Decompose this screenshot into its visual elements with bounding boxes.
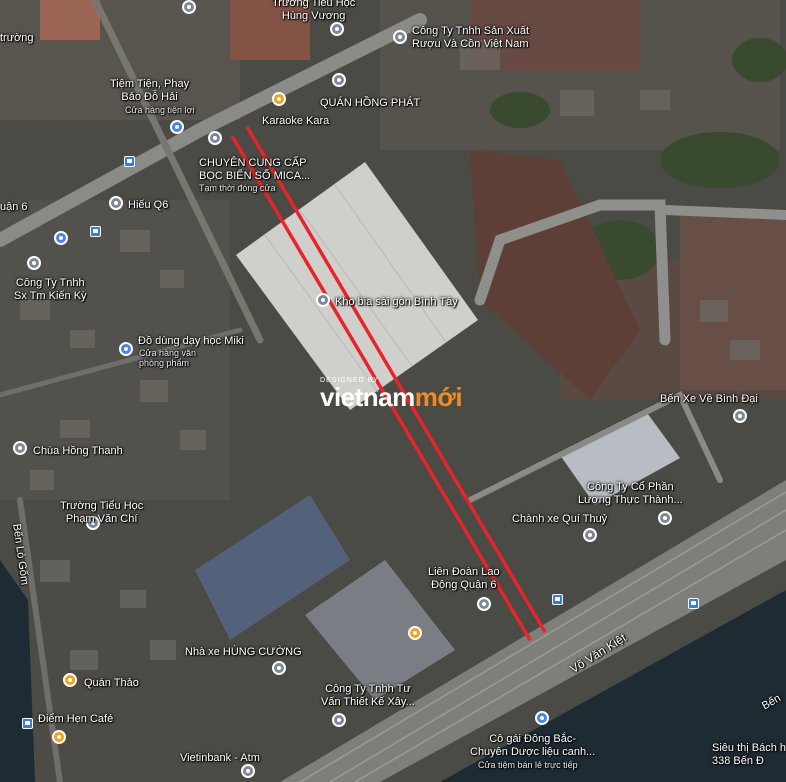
label-vietinbank[interactable]: Vietinbank - Atm [180, 752, 260, 765]
watermark-brand-b: mới [414, 382, 463, 412]
shop-pin-icon[interactable] [535, 711, 549, 725]
label-truong-left[interactable]: trường [0, 32, 34, 45]
label-tiem-tien-phay[interactable]: Tiệm Tiện, Phay Bảo Đỗ Hải [110, 78, 189, 104]
shop-pin-icon[interactable] [54, 231, 68, 245]
label-co-gai-dong-bac[interactable]: Cô gái Đông Bắc- Chuyên Dược liệu canh..… [470, 733, 595, 759]
poi-pin-icon[interactable] [208, 131, 222, 145]
poi-pin-icon[interactable] [182, 0, 196, 14]
label-cong-ty-ruou[interactable]: Công Ty Tnhh Sản Xuất Rượu Và Cồn Việt N… [412, 25, 529, 51]
school-pin-icon[interactable] [330, 22, 344, 36]
warehouse-pin-icon[interactable] [316, 293, 330, 307]
bus-stop-icon[interactable] [688, 598, 699, 609]
restaurant-pin-icon[interactable] [63, 673, 77, 687]
satellite-map[interactable]: DESIGNED BY vietnammới Trường Tiểu Học H… [0, 0, 786, 782]
label-do-dung-sub: Cửa hàng văn phòng phẩm [139, 348, 197, 368]
label-sieu-thi[interactable]: Siêu thị Bách h 338 Bến Đ [712, 742, 786, 768]
bus-stop-icon[interactable] [124, 156, 135, 167]
label-diem-hen-cafe[interactable]: Điểm Hẹn Café [38, 713, 113, 726]
poi-pin-icon[interactable] [393, 30, 407, 44]
atm-pin-icon[interactable] [241, 764, 255, 778]
label-chuyen-cung-cap-sub: Tạm thời đóng cửa [199, 183, 276, 193]
label-chanh-xe-qui-thuy[interactable]: Chành xe Quí Thuỷ [512, 513, 607, 526]
orange-pin-icon[interactable] [408, 626, 422, 640]
poi-pin-icon[interactable] [332, 73, 346, 87]
poi-pin-icon[interactable] [658, 511, 672, 525]
label-nha-xe-hung-cuong[interactable]: Nhà xe HÙNG CƯỜNG [185, 646, 302, 659]
poi-pin-icon[interactable] [733, 409, 747, 423]
label-quan-hong-phat[interactable]: QUÁN HỒNG PHÁT [320, 97, 420, 110]
label-cong-ty-luong-thuc[interactable]: Công Ty Cổ Phần Lương Thực Thành... [578, 481, 683, 507]
poi-pin-icon[interactable] [583, 528, 597, 542]
label-truong-pham-van-chi[interactable]: Trường Tiểu Học Phạm Văn Chí [60, 500, 143, 526]
label-cong-ty-kien-ky[interactable]: Công Ty Tnhh Sx Tm Kiến Kỳ [14, 277, 87, 303]
cafe-pin-icon[interactable] [52, 730, 66, 744]
karaoke-pin-icon[interactable] [272, 92, 286, 106]
label-hieu-q6[interactable]: Hiếu Q6 [128, 199, 168, 212]
poi-pin-icon[interactable] [477, 597, 491, 611]
bus-stop-icon[interactable] [90, 226, 101, 237]
label-co-gai-sub: Cửa tiệm bán lẻ trực tiếp [478, 760, 578, 770]
poi-pin-icon[interactable] [27, 256, 41, 270]
bus-stop-icon[interactable] [22, 718, 33, 729]
label-do-dung-day-hoc[interactable]: Đồ dùng dạy học Miki [138, 335, 244, 348]
watermark-brand-a: vietnam [320, 382, 415, 412]
label-chuyen-cung-cap[interactable]: CHUYÊN CUNG CẤP BỌC BIỂN SỐ MICA... [199, 157, 310, 183]
poi-pin-icon[interactable] [332, 713, 346, 727]
label-karaoke-kara[interactable]: Karaoke Kara [262, 115, 329, 128]
poi-pin-icon[interactable] [272, 661, 286, 675]
label-cong-ty-tu-van[interactable]: Công Ty Tnhh Tư Vấn Thiết Kế Xây... [321, 683, 415, 709]
label-truong-hung-vuong[interactable]: Trường Tiểu Học Hùng Vương [272, 0, 355, 23]
label-quan-thao[interactable]: Quán Thảo [84, 677, 139, 690]
shop-pin-icon[interactable] [170, 120, 184, 134]
poi-pin-icon[interactable] [109, 196, 123, 210]
label-ben-xe-binh-dai[interactable]: Bến Xe Về Bình Đại [660, 393, 758, 406]
label-kho-bia[interactable]: Kho bia sài gòn Bình Tây [335, 296, 458, 309]
shop-pin-icon[interactable] [119, 342, 133, 356]
label-chua-hong-thanh[interactable]: Chùa Hồng Thanh [33, 445, 123, 458]
watermark: DESIGNED BY vietnammới [320, 377, 463, 412]
label-tiem-tien-phay-sub: Cửa hàng tiện lợi [125, 105, 195, 115]
label-quan-6: uận 6 [0, 201, 28, 213]
watermark-brand: vietnammới [320, 382, 463, 412]
label-lien-doan-lao-dong[interactable]: Liên Đoàn Lao Động Quận 6 [428, 566, 500, 592]
temple-pin-icon[interactable] [13, 441, 27, 455]
bus-stop-icon[interactable] [552, 594, 563, 605]
